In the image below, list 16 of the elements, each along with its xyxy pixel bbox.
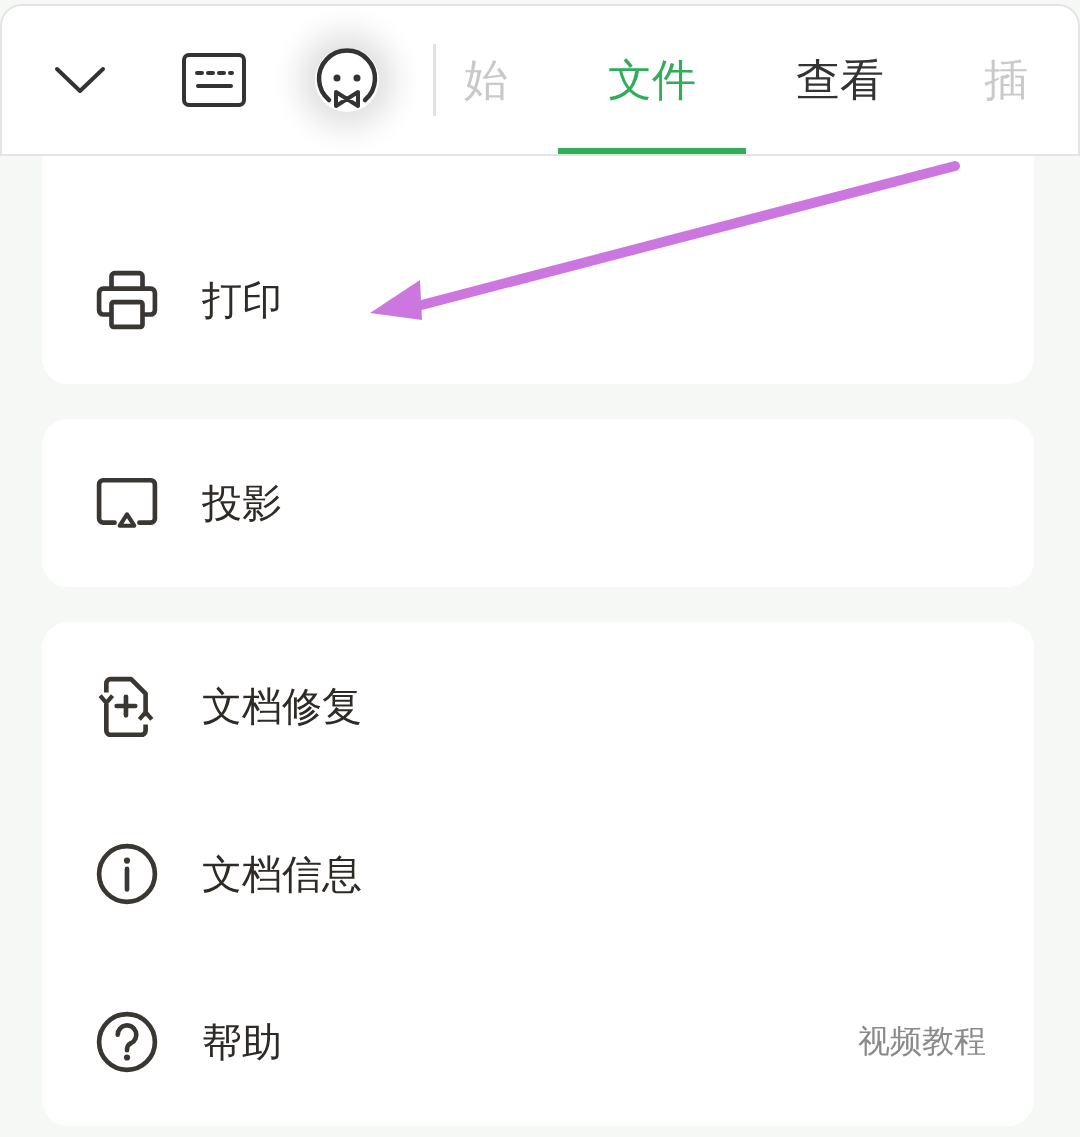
menu-item[interactable]: 打印 (42, 216, 1034, 384)
menu-item[interactable]: 投影 (42, 419, 1034, 587)
menu-item[interactable]: 帮助 视频教程 (42, 958, 1034, 1126)
keyboard-icon[interactable] (182, 53, 246, 107)
menu-item-label: 打印 (202, 275, 282, 325)
info-icon (96, 843, 158, 905)
menu-item-label: 投影 (202, 478, 282, 528)
chevron-down-icon[interactable] (54, 65, 106, 95)
help-icon (96, 1011, 158, 1073)
menu-item-label: 文档信息 (202, 849, 362, 899)
toolbar-tab[interactable]: 查看 (746, 6, 934, 154)
menu-item[interactable]: 文档信息 (42, 790, 1034, 958)
menu-item-label: 帮助 (202, 1017, 282, 1067)
printer-icon (96, 269, 158, 331)
menu-item[interactable]: 文档修复 (42, 622, 1034, 790)
menu-item-label: 文档修复 (202, 681, 362, 731)
